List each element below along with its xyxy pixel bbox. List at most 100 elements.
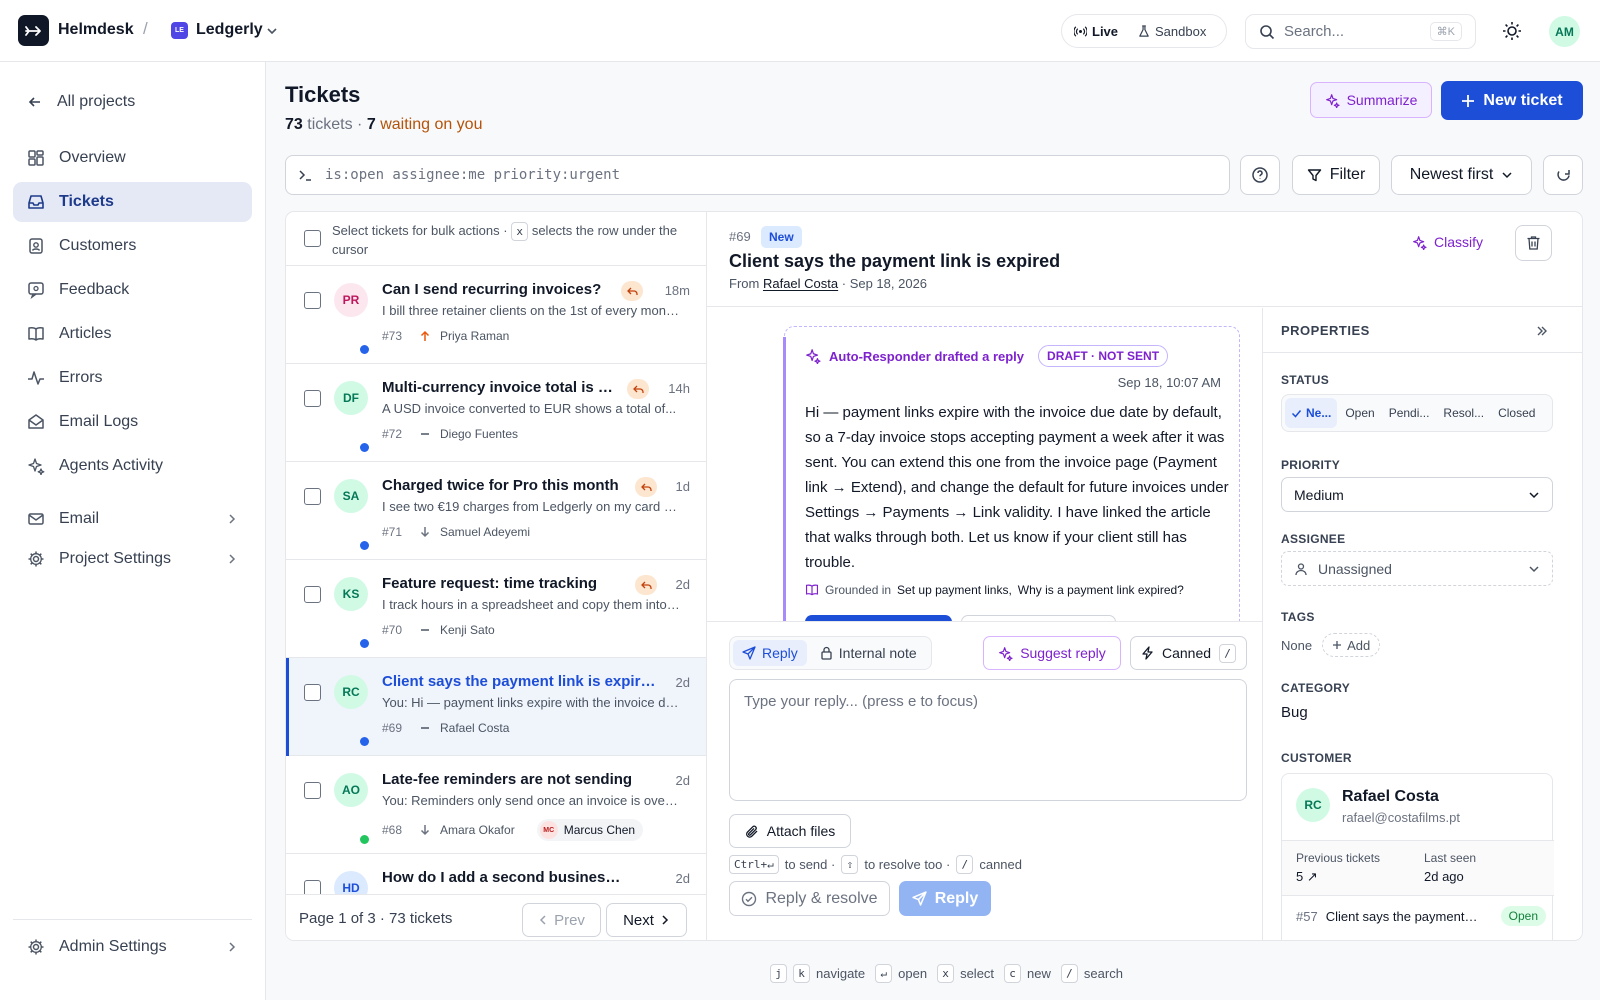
delete-ticket-button[interactable] (1515, 225, 1552, 261)
sidebar-item-label: Email Logs (59, 413, 139, 430)
customer-avatar: AO (334, 773, 368, 807)
unread-dot (360, 541, 369, 550)
chevron-down-icon[interactable] (266, 25, 278, 37)
next-page-button[interactable]: Next (606, 903, 687, 937)
status-option-label: Open (1345, 406, 1375, 420)
ticket-checkbox[interactable] (304, 488, 321, 505)
refresh-button[interactable] (1543, 155, 1583, 195)
new-ticket-button[interactable]: New ticket (1441, 81, 1583, 120)
sort-select[interactable]: Newest first (1391, 155, 1532, 195)
reply-textarea[interactable]: Type your reply... (press e to focus) (729, 679, 1247, 801)
ticket-row[interactable]: DF Multi-currency invoice total is wrong… (286, 364, 706, 462)
query-input[interactable]: is:open assignee:me priority:urgent (285, 155, 1230, 195)
source-link-2[interactable]: Why is a payment link expired? (1018, 583, 1184, 597)
classify-button[interactable]: Classify (1412, 234, 1483, 250)
from-customer-link[interactable]: Rafael Costa (763, 276, 838, 291)
env-sandbox-button[interactable]: Sandbox (1129, 18, 1215, 44)
shortcut-label: select (960, 966, 995, 981)
customer-avatar: SA (334, 479, 368, 513)
shortcut-key: x (937, 964, 955, 983)
project-switcher[interactable]: Ledgerly (196, 21, 263, 39)
sidebar-item-label: Overview (59, 149, 126, 166)
send-hint: to send · (784, 857, 836, 872)
tab-internal-note[interactable]: Internal note (811, 640, 926, 666)
previous-tickets-stat[interactable]: Previous tickets 5 ↗ (1296, 851, 1380, 885)
sidebar-item-feedback[interactable]: Feedback (13, 270, 252, 310)
priority-select[interactable]: Medium (1281, 477, 1553, 512)
next-label: Next (623, 911, 654, 929)
ticket-checkbox[interactable] (304, 390, 321, 407)
env-live-button[interactable]: Live (1065, 18, 1128, 44)
send-reply-button[interactable]: Reply (899, 881, 991, 916)
prev-page-button[interactable]: Prev (522, 903, 601, 937)
category-value[interactable]: Bug (1281, 704, 1308, 721)
status-option-closed[interactable]: Closed (1492, 398, 1541, 428)
sidebar-item-project-settings[interactable]: Project Settings (13, 539, 252, 579)
sidebar-item-agents-activity[interactable]: Agents Activity (13, 446, 252, 486)
priority-none-icon (421, 629, 429, 631)
source-link-1[interactable]: Set up payment links, (897, 583, 1012, 597)
select-all-checkbox[interactable] (304, 230, 321, 247)
ticket-row[interactable]: PR Can I send recurring invoices? 18m I … (286, 266, 706, 364)
status-option-new[interactable]: Ne... (1285, 398, 1338, 428)
sidebar-item-errors[interactable]: Errors (13, 358, 252, 398)
sidebar-item-email[interactable]: Email (13, 499, 252, 539)
feedback-icon (28, 282, 44, 299)
priority-high-arrow-icon (420, 330, 430, 341)
sidebar-item-admin-settings[interactable]: Admin Settings (13, 927, 252, 967)
shortcut-key: j (770, 964, 787, 983)
ticket-row[interactable]: KS Feature request: time tracking 2d I t… (286, 560, 706, 658)
ticket-row[interactable]: AO Late-fee reminders are not sending 2d… (286, 756, 706, 854)
search-input[interactable]: Search... ⌘K (1245, 14, 1476, 49)
ticket-row-selected[interactable]: RC Client says the payment link is expir… (286, 658, 706, 756)
canned-responses-button[interactable]: Canned / (1130, 636, 1247, 670)
status-option-label: Ne... (1306, 406, 1332, 420)
sidebar-item-customers[interactable]: Customers (13, 226, 252, 266)
ticket-age: 2d (675, 577, 690, 592)
send-icon (912, 891, 927, 906)
customer-avatar: PR (334, 283, 368, 317)
sidebar-back-all-projects[interactable]: All projects (13, 82, 252, 122)
project-badge[interactable]: LE (171, 22, 188, 39)
helmdesk-logo[interactable] (18, 15, 49, 46)
filter-button[interactable]: Filter (1292, 155, 1380, 195)
theme-toggle-sun-icon[interactable] (1501, 20, 1523, 42)
collapse-panel-icon[interactable] (1536, 325, 1548, 337)
agent-avatar: MC (539, 821, 558, 839)
ticket-meta: #73 Priya Raman (382, 329, 509, 343)
resolve-hint: to resolve too · (864, 857, 951, 872)
ticket-title: Charged twice for Pro this month (382, 477, 619, 494)
status-option-resolved[interactable]: Resol... (1437, 398, 1490, 428)
ticket-checkbox[interactable] (304, 586, 321, 603)
assignee-select[interactable]: Unassigned (1281, 551, 1553, 586)
reply-and-resolve-button[interactable]: Reply & resolve (729, 881, 890, 916)
sidebar-item-tickets[interactable]: Tickets (13, 182, 252, 222)
ticket-checkbox[interactable] (304, 684, 321, 701)
waiting-label[interactable]: waiting on you (380, 116, 482, 133)
tab-note-label: Internal note (838, 645, 917, 661)
ticket-checkbox[interactable] (304, 292, 321, 309)
chevron-right-icon (229, 554, 236, 564)
ticket-customer: Rafael Costa (440, 721, 510, 735)
add-tag-button[interactable]: Add (1322, 633, 1381, 657)
sidebar-item-overview[interactable]: Overview (13, 138, 252, 178)
previous-ticket-item[interactable]: #57 Client says the payment link is expi… (1296, 906, 1546, 926)
sidebar-item-articles[interactable]: Articles (13, 314, 252, 354)
sidebar-item-email-logs[interactable]: Email Logs (13, 402, 252, 442)
attach-files-button[interactable]: Attach files (729, 814, 851, 848)
ticket-customer: Priya Raman (440, 329, 510, 343)
tab-reply[interactable]: Reply (733, 640, 807, 666)
customer-name[interactable]: Rafael Costa (1342, 788, 1439, 806)
bulk-hint: Select tickets for bulk actions · x sele… (332, 222, 692, 258)
suggest-reply-button[interactable]: Suggest reply (983, 636, 1121, 670)
status-option-pending[interactable]: Pendi... (1383, 398, 1436, 428)
ticket-row[interactable]: SA Charged twice for Pro this month 1d I… (286, 462, 706, 560)
ticket-checkbox[interactable] (304, 782, 321, 799)
status-option-open[interactable]: Open (1339, 398, 1380, 428)
user-avatar[interactable]: AM (1549, 16, 1580, 47)
sidebar-item-label: Errors (59, 369, 103, 386)
summarize-button[interactable]: Summarize (1310, 82, 1432, 118)
query-help-button[interactable] (1240, 155, 1280, 195)
sparkles-icon (806, 349, 821, 364)
ticket-meta: #71 Samuel Adeyemi (382, 525, 530, 539)
